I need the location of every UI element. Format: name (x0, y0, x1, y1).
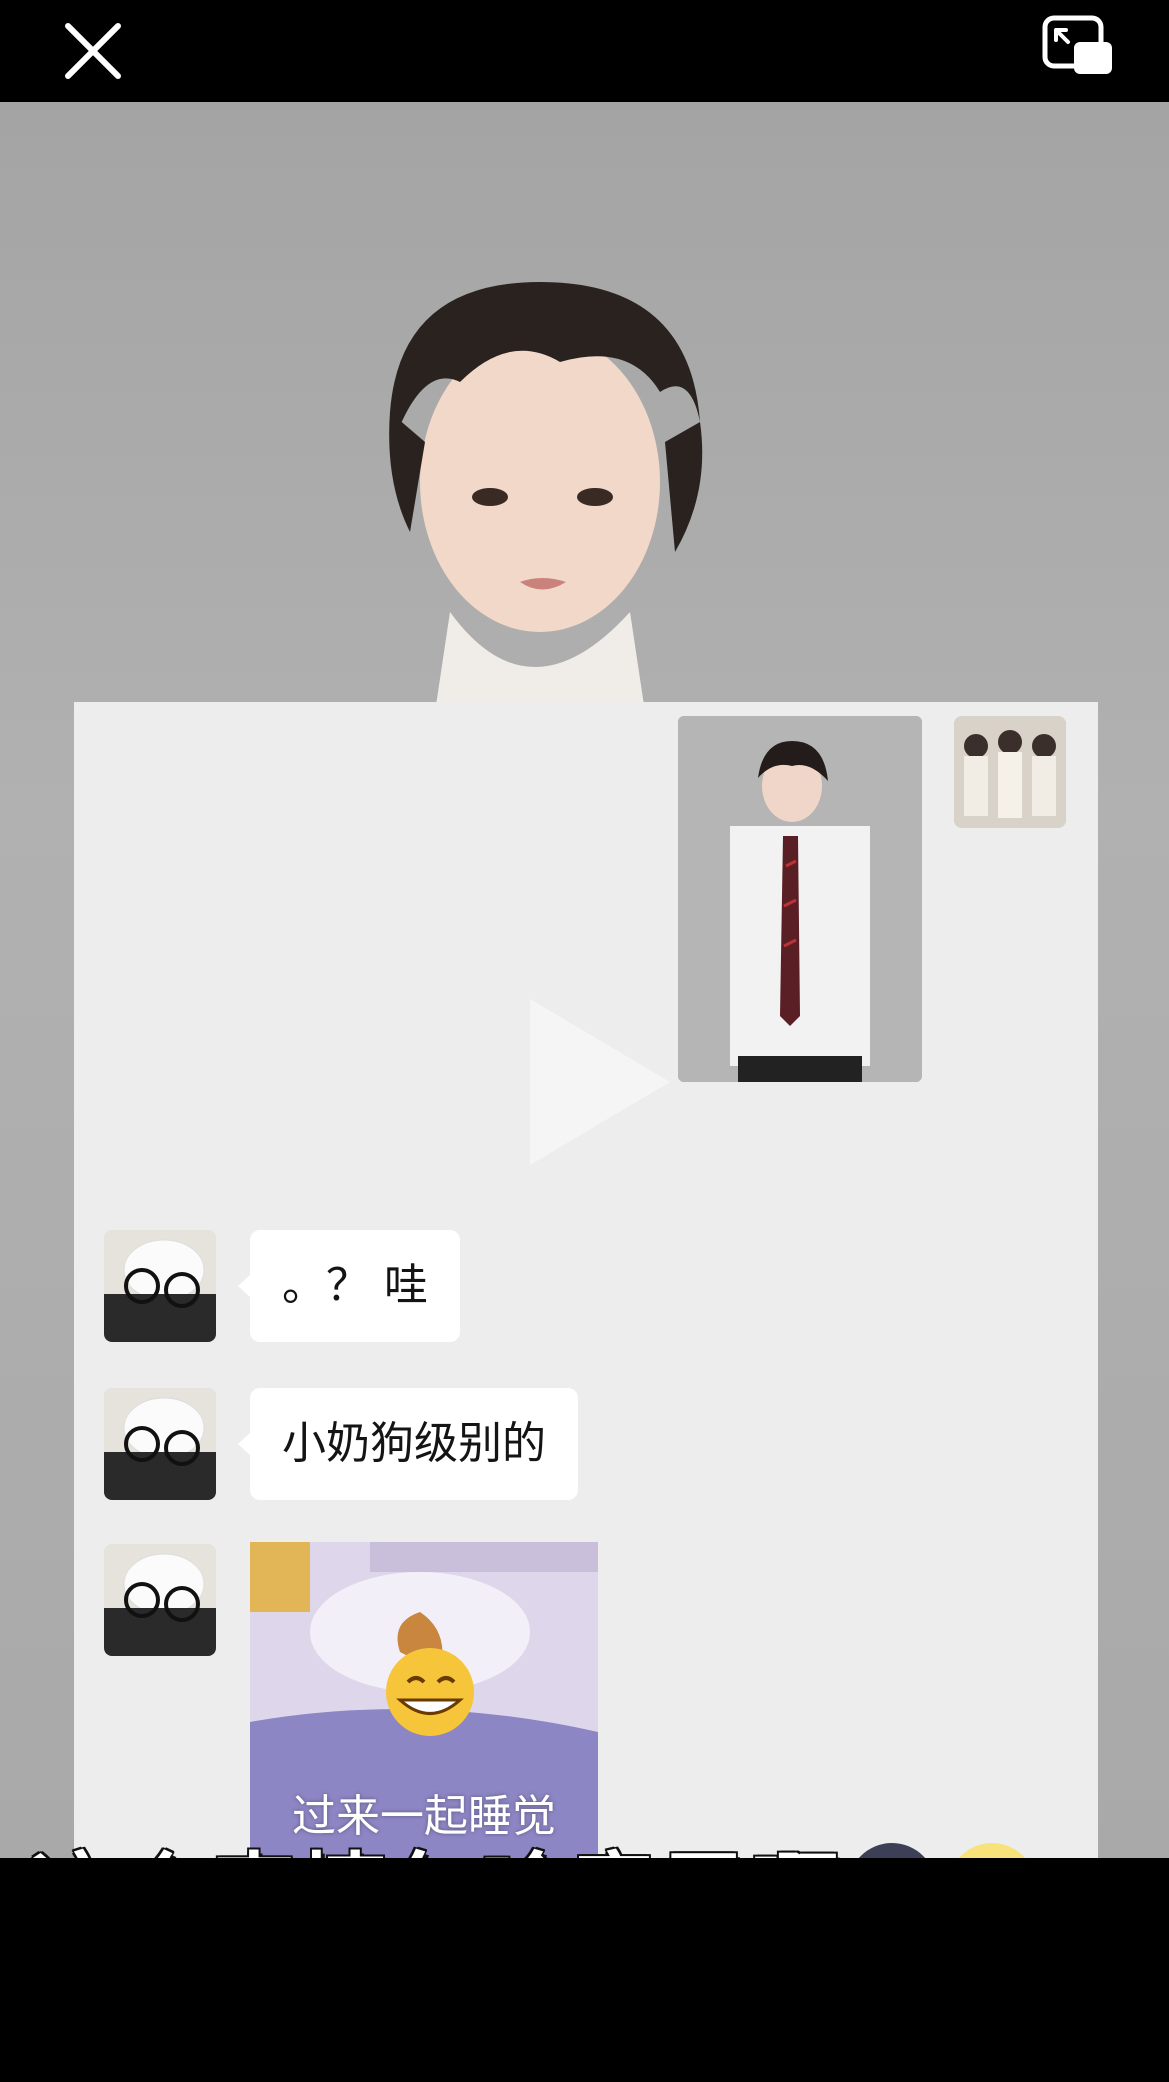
play-icon[interactable] (520, 987, 680, 1177)
top-bar (0, 0, 1169, 102)
new-moon-face-icon (858, 1843, 926, 1858)
video-frame[interactable]: 。？ 哇 小奶狗级别的 过来一起睡觉 (0, 102, 1169, 1858)
avatar-other[interactable] (104, 1230, 216, 1342)
picture-in-picture-icon[interactable] (1040, 12, 1116, 78)
avatar-other[interactable] (104, 1544, 216, 1656)
subtitle-text: 这个表情包啥意思啊 (28, 1824, 840, 1858)
video-subtitle: 这个表情包啥意思啊 (28, 1832, 1140, 1858)
message-bubble[interactable]: 小奶狗级别的 (238, 1388, 578, 1500)
close-icon[interactable] (60, 18, 126, 84)
bottom-area (0, 1858, 1169, 2082)
full-moon-face-icon (958, 1843, 1026, 1858)
sticker-message[interactable]: 过来一起睡觉 (250, 1542, 598, 1858)
message-bubble[interactable]: 。？ 哇 (238, 1230, 460, 1342)
sent-photo[interactable] (678, 716, 922, 1082)
avatar-other[interactable] (104, 1388, 216, 1500)
chat-screenshot: 。？ 哇 小奶狗级别的 过来一起睡觉 (74, 702, 1098, 1858)
avatar-self[interactable] (954, 716, 1066, 828)
